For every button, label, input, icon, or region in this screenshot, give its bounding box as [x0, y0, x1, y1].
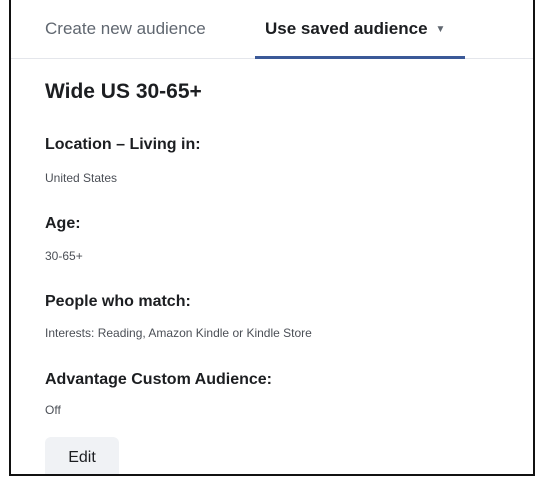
advantage-audience-label: Advantage Custom Audience: — [45, 371, 272, 388]
people-match-label: People who match: — [45, 293, 191, 310]
active-tab-indicator — [255, 56, 465, 59]
tab-use-saved-audience[interactable]: Use saved audience ▼ — [255, 0, 465, 59]
audience-name: Wide US 30-65+ — [45, 80, 202, 103]
location-label: Location – Living in: — [45, 136, 201, 153]
edit-button[interactable]: Edit — [45, 437, 119, 474]
age-value: 30-65+ — [45, 249, 83, 263]
people-match-value: Interests: Reading, Amazon Kindle or Kin… — [45, 326, 312, 340]
tab-saved-label: Use saved audience — [265, 19, 428, 38]
caret-down-icon: ▼ — [435, 23, 446, 35]
location-value: United States — [45, 171, 118, 185]
age-label: Age: — [45, 215, 81, 232]
audience-panel: Create new audience Use saved audience ▼… — [9, 0, 535, 476]
audience-tabs: Create new audience Use saved audience ▼ — [11, 0, 533, 59]
tab-create-new-audience[interactable]: Create new audience — [45, 0, 206, 58]
tab-create-label: Create new audience — [45, 19, 206, 38]
advantage-audience-value: Off — [45, 403, 61, 417]
